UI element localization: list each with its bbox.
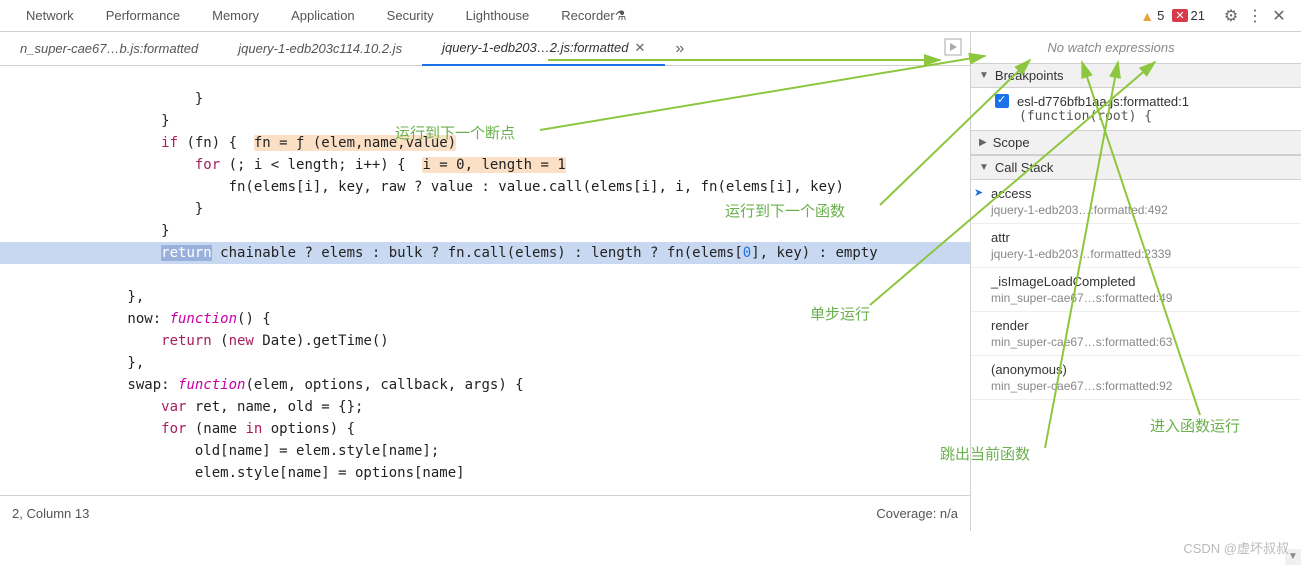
chevron-down-icon: ▼ [979,70,989,81]
coverage-status: Coverage: n/a [876,506,958,521]
chevron-down-icon: ▼ [979,162,989,173]
status-bar: 2, Column 13 Coverage: n/a [0,495,970,531]
callstack-item-4[interactable]: (anonymous)min_super-cae67…s:formatted:9… [971,356,1301,400]
debugger-panel: No watch expressions ▼Breakpoints esl-d7… [971,32,1301,531]
current-execution-line: return chainable ? elems : bulk ? fn.cal… [0,242,970,264]
devtools-top-tabs: Network Performance Memory Application S… [0,0,1301,32]
close-tab-icon[interactable]: ✕ [635,40,646,56]
callstack-header[interactable]: ▼Call Stack [971,155,1301,180]
code-editor[interactable]: } } if (fn) { fn = ƒ (elem,name,value) f… [0,66,970,495]
more-tabs-icon[interactable]: » [665,40,694,58]
tab-network[interactable]: Network [10,0,90,32]
file-tab-2[interactable]: jquery-1-edb203…2.js:formatted ✕ [422,32,665,66]
breakpoint-checkbox[interactable] [995,94,1009,108]
error-icon: ✕ [1172,9,1187,22]
tab-recorder[interactable]: Recorder ⚗ [545,0,642,32]
file-tab-0[interactable]: n_super-cae67…b.js:formatted [0,32,218,66]
tab-security[interactable]: Security [371,0,450,32]
run-snippet-icon[interactable] [944,38,962,59]
tab-performance[interactable]: Performance [90,0,196,32]
callstack-item-1[interactable]: attrjquery-1-edb203…formatted:2339 [971,224,1301,268]
breakpoints-header[interactable]: ▼Breakpoints [971,63,1301,88]
watermark: CSDN @虚坏叔叔 [1183,538,1289,557]
breakpoint-code: (function(root) { [1019,109,1293,124]
warning-icon: ▲ [1140,8,1154,24]
errors-badge[interactable]: ✕21 [1172,8,1205,23]
watch-empty-message: No watch expressions [971,32,1251,63]
callstack-item-3[interactable]: rendermin_super-cae67…s:formatted:63 [971,312,1301,356]
scope-header[interactable]: ▶Scope [971,130,1301,155]
warnings-badge[interactable]: ▲5 [1140,8,1164,24]
file-tab-1[interactable]: jquery-1-edb203c114.10.2.js [218,32,422,66]
main-layout: n_super-cae67…b.js:formatted jquery-1-ed… [0,32,1301,531]
flask-icon: ⚗ [615,8,627,24]
code-panel: n_super-cae67…b.js:formatted jquery-1-ed… [0,32,971,531]
close-icon[interactable]: ✕ [1267,6,1291,26]
callstack-item-0[interactable]: accessjquery-1-edb203…:formatted:492 [971,180,1301,224]
chevron-right-icon: ▶ [979,137,987,148]
file-tabs: n_super-cae67…b.js:formatted jquery-1-ed… [0,32,970,66]
callstack-item-2[interactable]: _isImageLoadCompletedmin_super-cae67…s:f… [971,268,1301,312]
more-icon[interactable]: ⋮ [1243,6,1267,26]
tab-application[interactable]: Application [275,0,371,32]
settings-icon[interactable]: ⚙ [1219,6,1243,26]
tab-lighthouse[interactable]: Lighthouse [450,0,546,32]
breakpoint-item[interactable]: esl-d776bfb1aa.js:formatted:1 (function(… [971,88,1301,130]
cursor-position: 2, Column 13 [12,506,876,521]
tab-memory[interactable]: Memory [196,0,275,32]
